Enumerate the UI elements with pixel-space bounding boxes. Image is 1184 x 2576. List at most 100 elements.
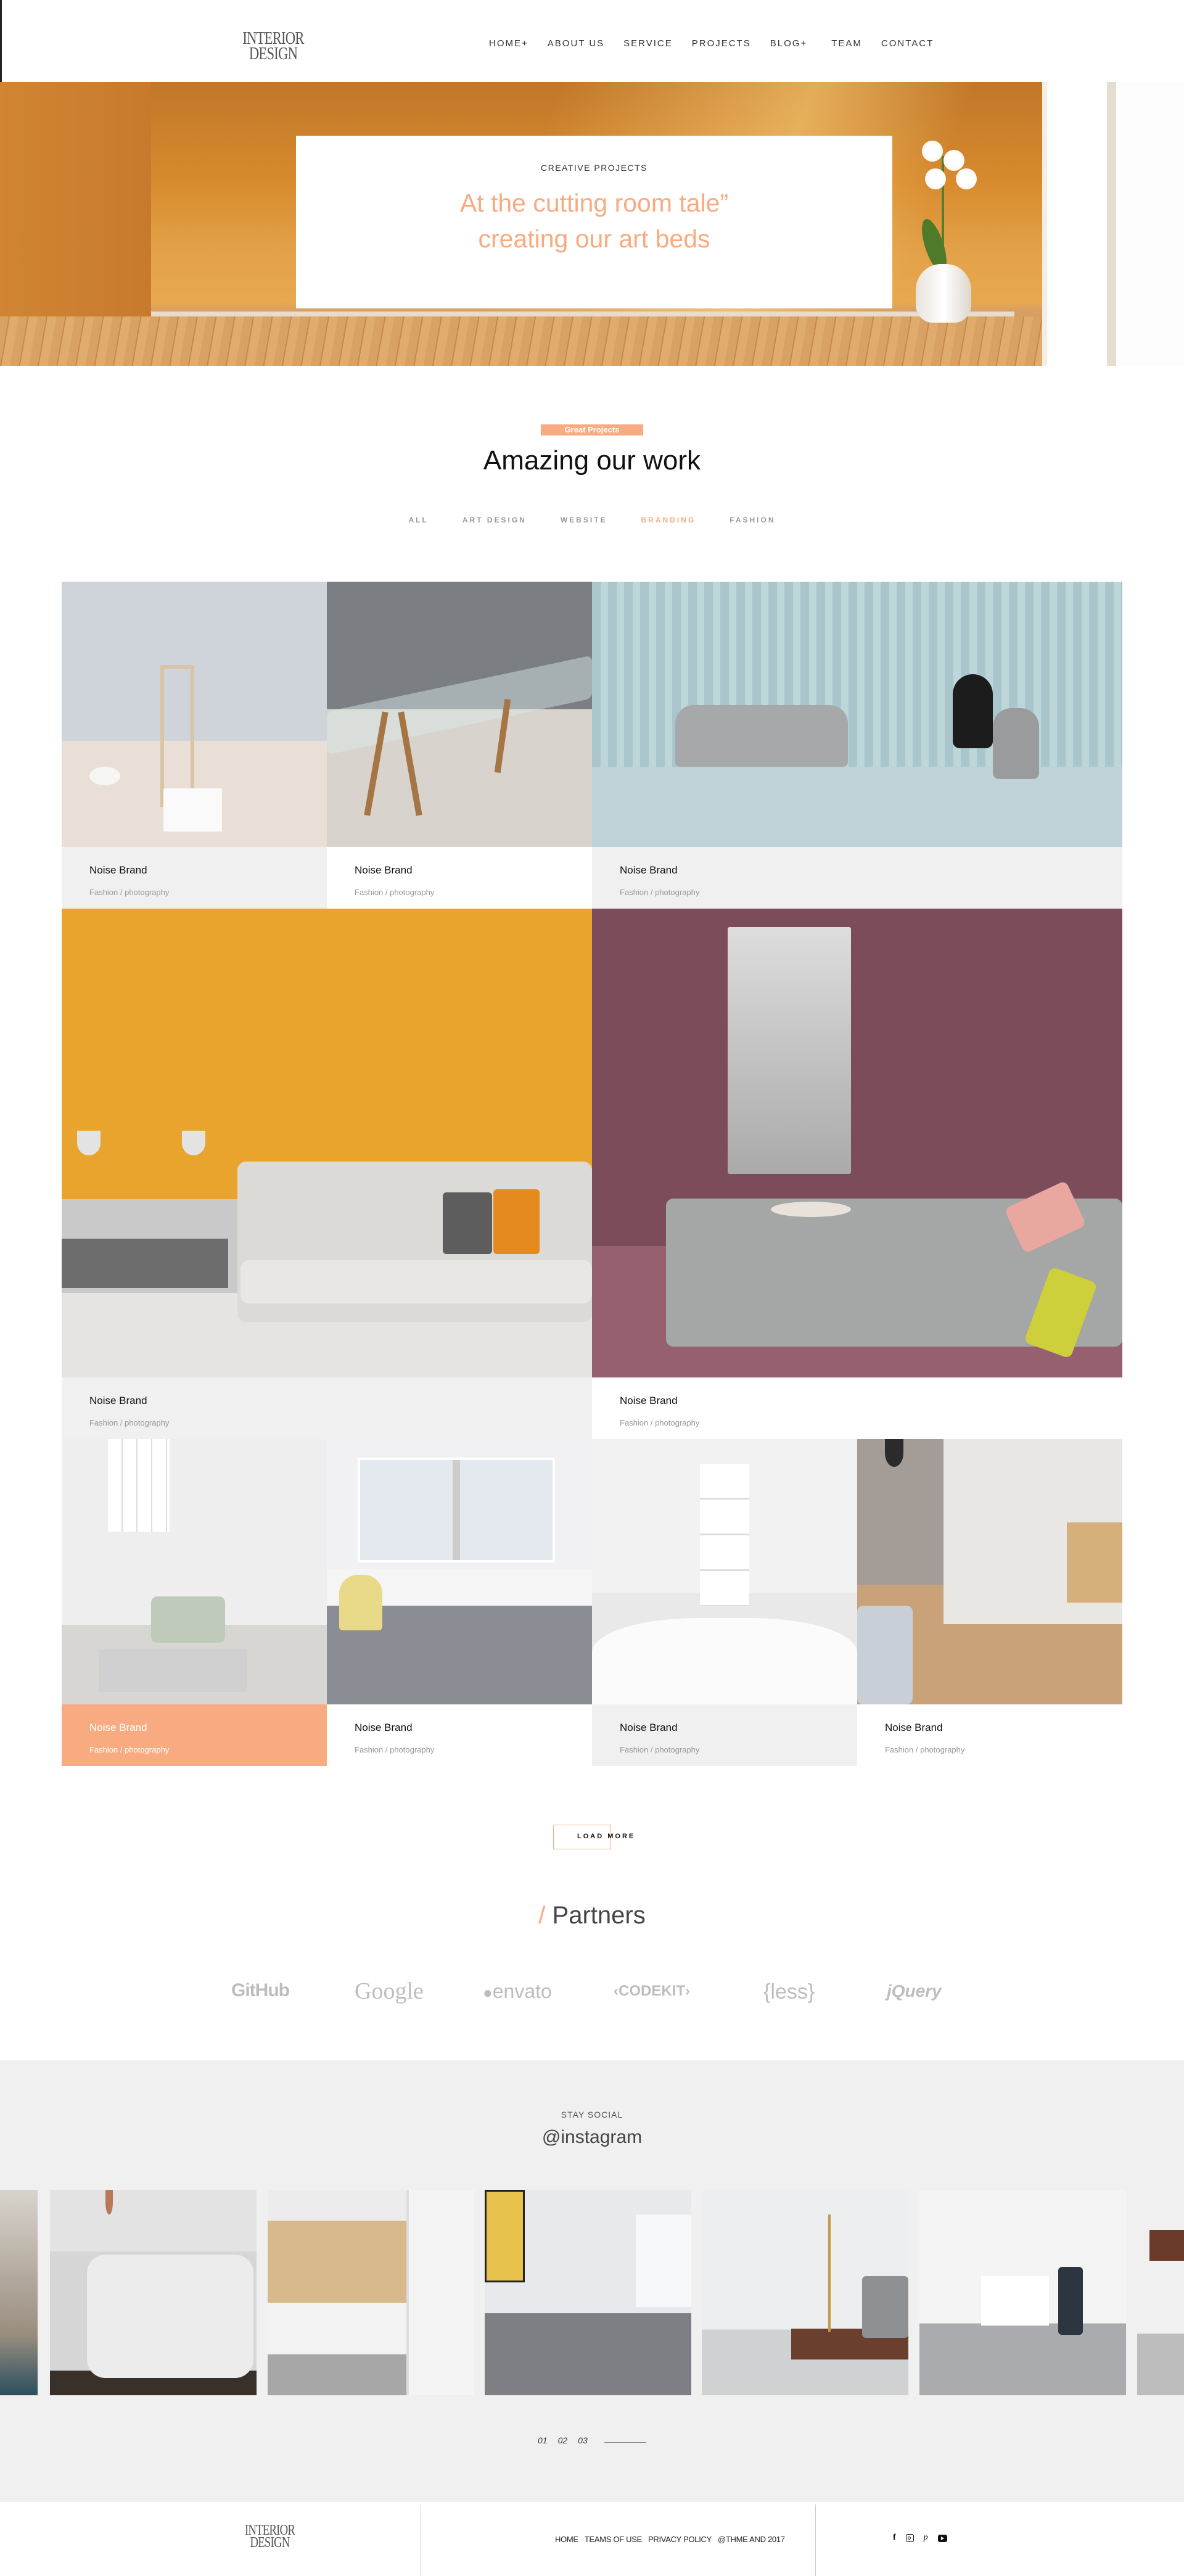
portfolio-caption: Noise Brand Fashion / photography (62, 1377, 592, 1439)
hero-title: At the cutting room tale” creating our a… (296, 185, 892, 257)
partner-logo-github[interactable]: GitHub (231, 1980, 290, 2001)
partner-logo-less[interactable]: {less} (763, 1980, 815, 2004)
floor-shape (592, 767, 1122, 847)
carousel-pager: 01 02 03 (538, 2435, 588, 2445)
pager-01[interactable]: 01 (538, 2435, 548, 2445)
filter-branding[interactable]: BRANDING (641, 516, 696, 524)
envato-leaf-icon: ● (483, 1983, 493, 2002)
pager-03[interactable]: 03 (578, 2435, 588, 2445)
instagram-photo[interactable] (1137, 2190, 1184, 2395)
orchid-flower (944, 150, 964, 171)
cabinet-shape (406, 2190, 474, 2395)
nav-projects[interactable]: PROJECTS (692, 38, 751, 49)
cushion (862, 2276, 908, 2338)
partner-logo-envato[interactable]: ●envato (483, 1980, 552, 2003)
nav-blog[interactable]: BLOG+ (770, 38, 807, 49)
cushion (443, 1192, 492, 1254)
item-title: Noise Brand (620, 1395, 678, 1406)
instagram-photo[interactable] (50, 2190, 257, 2395)
facebook-icon[interactable]: f (893, 2533, 896, 2543)
instagram-photo[interactable] (0, 2190, 38, 2395)
partners-title: / Partners (0, 1902, 1184, 1930)
item-title: Noise Brand (89, 1395, 147, 1406)
pager-02[interactable]: 02 (558, 2435, 568, 2445)
filter-art-design[interactable]: ART DESIGN (462, 516, 527, 524)
item-subtitle: Fashion / photography (620, 1418, 700, 1427)
logo-line-2: DESIGN (249, 43, 298, 64)
footer-logo-line-2: DESIGN (250, 2535, 290, 2551)
logo[interactable]: INTERIOR DESIGN (239, 30, 306, 64)
instagram-handle[interactable]: @instagram (0, 2127, 1184, 2148)
portfolio-item[interactable]: Noise Brand Fashion / photography (592, 582, 1122, 909)
partner-logo-envato-text: envato (492, 1980, 552, 2002)
partner-logo-google[interactable]: Google (355, 1978, 424, 2005)
portfolio-caption: Noise Brand Fashion / photography (857, 1704, 1122, 1766)
instagram-photo[interactable] (485, 2190, 691, 2395)
item-title: Noise Brand (620, 1722, 678, 1733)
sofa-shape (87, 2255, 253, 2378)
partner-logos: GitHub Google ●envato ‹CODEKIT› {less} j… (210, 1978, 974, 2017)
youtube-icon[interactable] (937, 2535, 947, 2542)
window-shape (636, 2215, 691, 2307)
portfolio-image (62, 582, 327, 847)
white-vase (916, 264, 971, 323)
pendant-lamp (885, 1439, 903, 1467)
instagram-photo[interactable] (268, 2190, 474, 2395)
footer-link-terms[interactable]: TEAMS OF USE (585, 2535, 643, 2544)
lamp-base (89, 767, 120, 785)
pendant-lamp (182, 1131, 205, 1155)
nav-about-us[interactable]: ABOUT US (548, 38, 604, 49)
chair-shape (993, 708, 1039, 779)
item-title: Noise Brand (355, 864, 413, 876)
portfolio-image (62, 909, 592, 1377)
nav-contact[interactable]: CONTACT (881, 38, 934, 49)
portfolio-item[interactable]: Noise Brand Fashion / photography (592, 1439, 857, 1766)
item-title: Noise Brand (620, 864, 678, 876)
instagram-photo[interactable] (702, 2190, 908, 2395)
item-title: Noise Brand (89, 864, 147, 876)
portfolio-item[interactable]: Noise Brand Fashion / photography (592, 909, 1122, 1439)
item-subtitle: Fashion / photography (355, 888, 435, 897)
portfolio-item[interactable]: Noise Brand Fashion / photography (62, 1439, 327, 1766)
pinterest-icon[interactable]: p (924, 2533, 928, 2543)
social-kicker: STAY SOCIAL (561, 2110, 623, 2120)
glass-table-shape (327, 655, 592, 755)
portfolio-item[interactable]: Noise Brand Fashion / photography (857, 1439, 1122, 1766)
item-subtitle: Fashion / photography (89, 1418, 170, 1427)
partner-logo-jquery[interactable]: jQuery (887, 1981, 942, 2001)
footer-link-privacy[interactable]: PRIVACY POLICY (648, 2535, 712, 2544)
chair-shape (953, 674, 993, 748)
title-slash: / (538, 1902, 546, 1929)
portfolio-image (857, 1439, 1122, 1704)
portfolio-item[interactable]: Noise Brand Fashion / photography (62, 909, 592, 1439)
console-shape (62, 1239, 228, 1288)
pager-progress-line (604, 2442, 646, 2443)
partner-logo-codekit[interactable]: ‹CODEKIT› (614, 1983, 690, 2000)
footer-link-home[interactable]: HOME (555, 2535, 578, 2544)
instagram-lens (908, 2536, 911, 2540)
filter-website[interactable]: WEBSITE (561, 516, 607, 524)
nav-home[interactable]: HOME+ (489, 38, 528, 49)
portfolio-caption: Noise Brand Fashion / photography (62, 1704, 327, 1766)
instagram-icon[interactable] (905, 2534, 914, 2542)
footer-logo[interactable]: INTERIOR DESIGN (240, 2523, 300, 2551)
portfolio-item[interactable]: Noise Brand Fashion / photography (327, 1439, 592, 1766)
load-more-label[interactable]: LOAD MORE (577, 1833, 635, 1840)
item-title: Noise Brand (355, 1722, 413, 1733)
filter-fashion[interactable]: FASHION (730, 516, 775, 524)
sofa-shape (857, 1606, 913, 1704)
nav-service[interactable]: SERVICE (623, 38, 673, 49)
nav-team[interactable]: TEAM (831, 38, 862, 49)
portfolio-caption: Noise Brand Fashion / photography (592, 1704, 857, 1766)
item-subtitle: Fashion / photography (355, 1745, 435, 1754)
chair-shape (339, 1575, 382, 1630)
site-header: INTERIOR DESIGN HOME+ ABOUT US SERVICE P… (0, 0, 1184, 82)
filter-all[interactable]: ALL (408, 516, 428, 524)
portfolio-item[interactable]: Noise Brand Fashion / photography (327, 582, 592, 909)
portfolio-item[interactable]: Noise Brand Fashion / photography (62, 582, 327, 909)
orchid-flower (925, 168, 946, 189)
section-badge: Great Projects (541, 424, 643, 436)
partners-title-text: Partners (552, 1902, 646, 1929)
sofa-seat (240, 1260, 592, 1303)
instagram-photo[interactable] (919, 2190, 1126, 2395)
